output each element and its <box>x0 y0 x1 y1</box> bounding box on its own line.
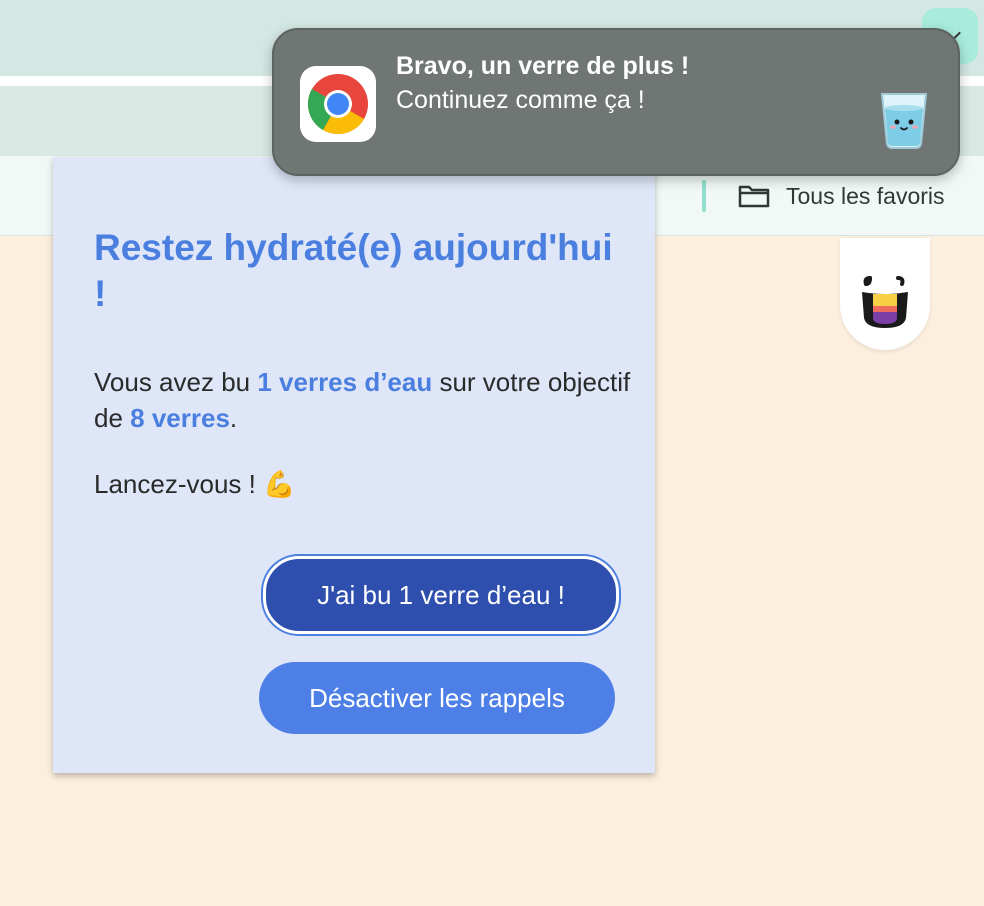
extension-mascot-tab[interactable] <box>840 238 930 350</box>
drank-glass-button[interactable]: J'ai bu 1 verre d’eau ! <box>263 556 619 634</box>
progress-suffix: . <box>229 403 238 433</box>
progress-text: Vous avez bu 1 verres d’eau sur votre ob… <box>94 364 634 436</box>
progress-prefix: Vous avez bu <box>94 367 258 397</box>
disable-reminders-button[interactable]: Désactiver les rappels <box>259 662 615 734</box>
glasses-drunk-count: 1 verres d’eau <box>257 367 433 397</box>
popup-title: Restez hydraté(e) aujourd'hui ! <box>94 227 613 314</box>
all-bookmarks-label: Tous les favoris <box>786 182 945 209</box>
notification-toast[interactable]: Bravo, un verre de plus ! Continuez comm… <box>272 28 960 176</box>
smiley-cup-icon <box>862 276 908 328</box>
notification-body: Continuez comme ça ! <box>396 86 645 114</box>
chrome-logo-icon <box>300 66 376 142</box>
all-bookmarks-button[interactable]: Tous les favoris <box>738 180 945 212</box>
bookmarks-divider <box>702 180 706 212</box>
goal-count: 8 verres <box>130 403 230 433</box>
hydration-popup: Restez hydraté(e) aujourd'hui ! Vous ave… <box>53 157 655 773</box>
encouragement-text: Lancez-vous ! 💪 <box>94 469 296 499</box>
glass-of-water-icon <box>878 90 930 150</box>
folder-icon <box>738 184 770 208</box>
notification-title: Bravo, un verre de plus ! <box>396 52 690 80</box>
